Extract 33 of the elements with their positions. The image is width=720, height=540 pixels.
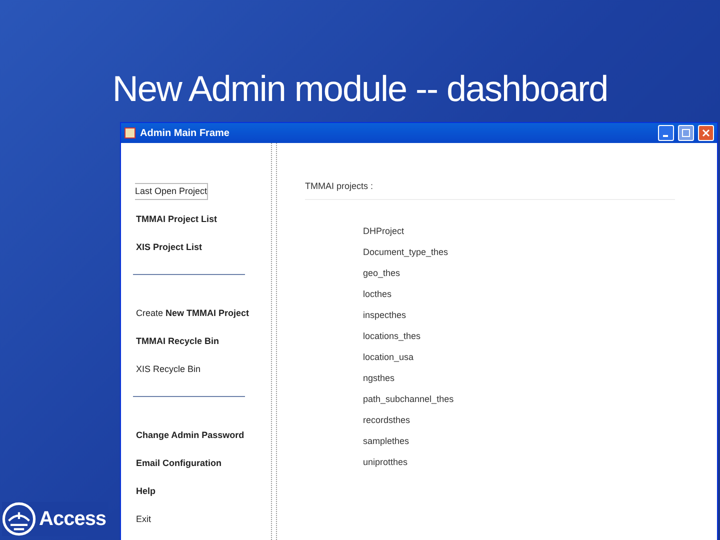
logo-icon [2, 502, 36, 536]
slide-title: New Admin module -- dashboard [111, 68, 609, 110]
menu-link[interactable]: XIS Project List [135, 239, 204, 256]
project-link[interactable]: ngsthes [363, 372, 395, 385]
menu-link[interactable]: XIS Recycle Bin [135, 361, 202, 378]
project-link[interactable]: DHProject [363, 225, 404, 238]
menu-link[interactable]: TMMAI Project List [135, 211, 218, 228]
menu-link[interactable]: Email Configuration [135, 455, 222, 472]
menu-link[interactable]: Create New TMMAI Project [135, 305, 250, 322]
app-icon [124, 127, 136, 139]
minimize-button[interactable] [658, 125, 674, 141]
logo-text: Access [39, 508, 106, 530]
project-link[interactable]: uniprotthes [363, 456, 408, 469]
menu-link[interactable]: Last Open Project [135, 183, 208, 200]
project-link[interactable]: recordsthes [363, 414, 410, 427]
menu-link[interactable]: Exit [135, 511, 152, 528]
menu-link[interactable]: TMMAI Recycle Bin [135, 333, 220, 350]
close-icon [702, 129, 710, 137]
project-link[interactable]: locthes [363, 288, 392, 301]
close-button[interactable] [698, 125, 714, 141]
projects-heading: TMMAI projects : [305, 181, 675, 200]
project-link[interactable]: locations_thes [363, 330, 421, 343]
menu-link[interactable]: Change Admin Password [135, 427, 246, 444]
project-link[interactable]: geo_thes [363, 267, 400, 280]
project-link[interactable]: inspecthes [363, 309, 406, 322]
project-link[interactable]: Document_type_thes [363, 246, 448, 259]
project-link[interactable]: location_usa [363, 351, 414, 364]
menu-link[interactable]: Help [135, 483, 157, 500]
project-link[interactable]: samplethes [363, 435, 410, 448]
maximize-button[interactable] [678, 125, 694, 141]
window-title: Admin Main Frame [140, 128, 230, 138]
maximize-icon [682, 129, 690, 137]
project-link[interactable]: path_subchannel_thes [363, 393, 454, 406]
